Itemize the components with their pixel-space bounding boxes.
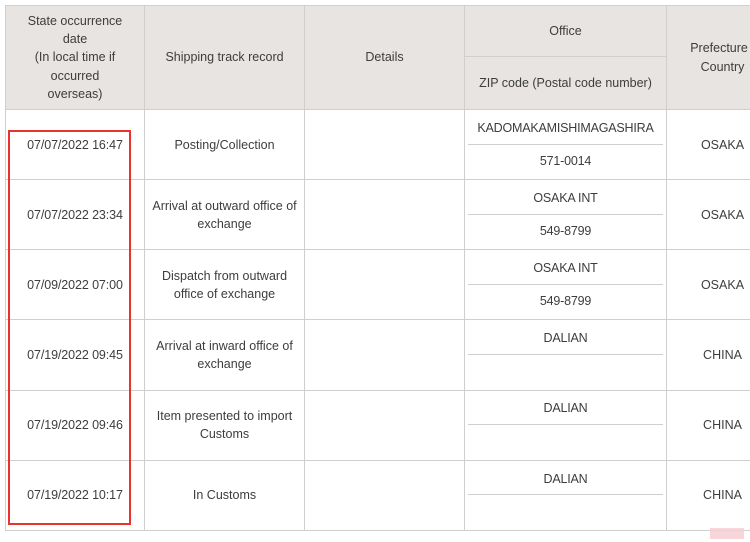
- cell-state-occurrence-date: 07/19/2022 09:46: [6, 390, 145, 460]
- cell-state-occurrence-date: 07/19/2022 10:17: [6, 460, 145, 530]
- cell-office-zip-code: [468, 355, 663, 388]
- table-row: 07/09/2022 07:00Dispatch from outward of…: [6, 250, 750, 320]
- table-row: 07/07/2022 16:47Posting/Collection KADOMA…: [6, 110, 750, 180]
- table-row: 07/07/2022 23:34Arrival at outward offic…: [6, 180, 750, 250]
- office-cell-inner: DALIAN: [468, 463, 663, 528]
- cell-office-zip-code: [468, 495, 663, 528]
- header-date-line-1: State occurrence: [9, 12, 141, 30]
- header-row-primary: State occurrence date (In local time if …: [6, 6, 750, 57]
- cell-office: DALIAN: [465, 390, 667, 460]
- column-header-shipping-track-record: Shipping track record: [145, 6, 305, 110]
- table-body: 07/07/2022 16:47Posting/Collection KADOMA…: [6, 110, 750, 531]
- table-row: 07/19/2022 09:45Arrival at inward office…: [6, 320, 750, 390]
- cell-office-zip-code: [468, 425, 663, 458]
- cell-prefecture-country: OSAKA: [667, 110, 750, 180]
- cell-shipping-track-record: In Customs: [145, 460, 305, 530]
- office-cell-inner: DALIAN: [468, 322, 663, 387]
- table-row: 07/19/2022 10:17In Customs DALIANCHINA: [6, 460, 750, 530]
- header-date-line-2: date: [9, 30, 141, 48]
- cell-prefecture-country: OSAKA: [667, 180, 750, 250]
- column-header-details: Details: [305, 6, 465, 110]
- office-cell-inner: KADOMAKAMISHIMAGASHIRA571-0014: [468, 112, 663, 177]
- cell-shipping-track-record: Arrival at outward office of exchange: [145, 180, 305, 250]
- cell-details: [305, 180, 465, 250]
- header-prefecture-line-1: Prefecture /: [670, 39, 750, 57]
- cell-prefecture-country: OSAKA: [667, 250, 750, 320]
- cell-state-occurrence-date: 07/07/2022 16:47: [6, 110, 145, 180]
- cell-prefecture-country: CHINA: [667, 460, 750, 530]
- cell-state-occurrence-date: 07/07/2022 23:34: [6, 180, 145, 250]
- watermark: [710, 528, 744, 539]
- column-header-zip-code: ZIP code (Postal code number): [465, 57, 667, 110]
- header-prefecture-line-2: Country: [670, 58, 750, 76]
- cell-details: [305, 110, 465, 180]
- cell-office-name: OSAKA INT: [468, 182, 663, 215]
- cell-state-occurrence-date: 07/19/2022 09:45: [6, 320, 145, 390]
- office-cell-inner: OSAKA INT549-8799: [468, 182, 663, 247]
- cell-office-zip-code: 549-8799: [468, 285, 663, 318]
- cell-prefecture-country: CHINA: [667, 320, 750, 390]
- cell-prefecture-country: CHINA: [667, 390, 750, 460]
- header-date-line-3: (In local time if: [9, 48, 141, 66]
- cell-office-zip-code: 571-0014: [468, 145, 663, 178]
- column-header-state-occurrence-date: State occurrence date (In local time if …: [6, 6, 145, 110]
- shipping-tracking-table: State occurrence date (In local time if …: [5, 5, 750, 531]
- cell-office: DALIAN: [465, 460, 667, 530]
- header-date-line-4: occurred: [9, 67, 141, 85]
- cell-details: [305, 320, 465, 390]
- column-header-office: Office: [465, 6, 667, 57]
- cell-office-zip-code: 549-8799: [468, 215, 663, 248]
- header-date-line-5: overseas): [9, 85, 141, 103]
- tracking-table-container: State occurrence date (In local time if …: [5, 5, 745, 531]
- table-header: State occurrence date (In local time if …: [6, 6, 750, 110]
- cell-state-occurrence-date: 07/09/2022 07:00: [6, 250, 145, 320]
- cell-office: OSAKA INT549-8799: [465, 180, 667, 250]
- office-cell-inner: OSAKA INT549-8799: [468, 252, 663, 317]
- column-header-prefecture-country: Prefecture / Country: [667, 6, 750, 110]
- cell-shipping-track-record: Item presented to import Customs: [145, 390, 305, 460]
- cell-office-name: OSAKA INT: [468, 252, 663, 285]
- table-row: 07/19/2022 09:46Item presented to import…: [6, 390, 750, 460]
- cell-office-name: DALIAN: [468, 322, 663, 355]
- cell-shipping-track-record: Posting/Collection: [145, 110, 305, 180]
- cell-office: OSAKA INT549-8799: [465, 250, 667, 320]
- cell-office-name: DALIAN: [468, 393, 663, 426]
- cell-office-name: KADOMAKAMISHIMAGASHIRA: [468, 112, 663, 145]
- cell-office-name: DALIAN: [468, 463, 663, 496]
- cell-office: KADOMAKAMISHIMAGASHIRA571-0014: [465, 110, 667, 180]
- cell-details: [305, 250, 465, 320]
- office-cell-inner: DALIAN: [468, 393, 663, 458]
- cell-office: DALIAN: [465, 320, 667, 390]
- cell-details: [305, 460, 465, 530]
- cell-shipping-track-record: Dispatch from outward office of exchange: [145, 250, 305, 320]
- cell-shipping-track-record: Arrival at inward office of exchange: [145, 320, 305, 390]
- cell-details: [305, 390, 465, 460]
